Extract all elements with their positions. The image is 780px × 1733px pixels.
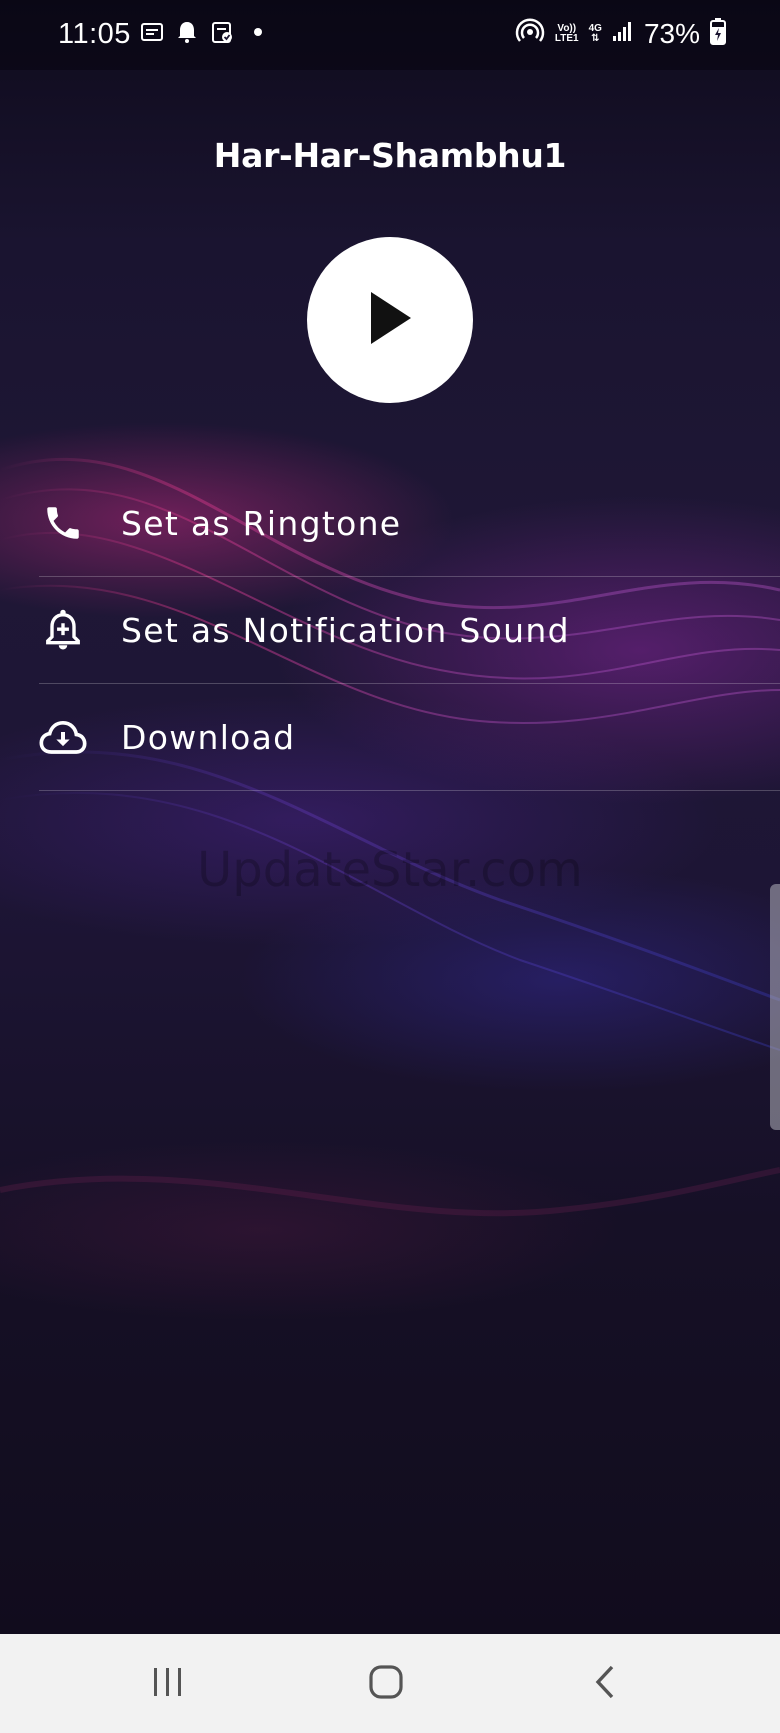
watermark: UpdateStar.com	[197, 842, 583, 898]
signal-icon	[612, 20, 634, 47]
battery-percent: 73%	[643, 17, 700, 49]
lte-label: LTE1	[554, 32, 579, 44]
clipboard-check-icon	[210, 20, 234, 49]
volte-label: Vo))	[557, 22, 577, 34]
volte-badge: Vo)) LTE1	[554, 22, 579, 44]
play-icon	[365, 288, 415, 353]
back-icon	[593, 1664, 617, 1705]
options-menu: Set as Ringtone Set as Notification Soun…	[0, 470, 780, 791]
app-screen: 11:05 Vo)) LTE1 4G ⇅ 73% Har-Har-Shambhu…	[0, 0, 780, 1733]
bell-icon	[176, 20, 198, 49]
set-ringtone-label: Set as Ringtone	[121, 504, 402, 543]
download-option[interactable]: Download	[0, 684, 780, 791]
song-title: Har-Har-Shambhu1	[213, 136, 567, 175]
set-notification-sound-option[interactable]: Set as Notification Sound	[0, 577, 780, 684]
data-arrows-icon: ⇅	[591, 32, 600, 44]
battery-charging-icon	[710, 17, 726, 50]
phone-icon	[38, 500, 88, 546]
data-type-badge: 4G ⇅	[588, 22, 602, 44]
hotspot-icon	[515, 16, 545, 51]
set-ringtone-option[interactable]: Set as Ringtone	[0, 470, 780, 577]
set-notification-sound-label: Set as Notification Sound	[121, 611, 570, 650]
status-left-icons	[140, 20, 270, 49]
status-bar: 11:05 Vo)) LTE1 4G ⇅ 73%	[0, 0, 780, 70]
status-right: Vo)) LTE1 4G ⇅ 73%	[515, 16, 726, 51]
system-nav-bar	[0, 1634, 780, 1733]
dot-icon	[246, 20, 270, 49]
notification-add-icon	[38, 607, 88, 653]
download-label: Download	[121, 718, 296, 757]
home-icon	[368, 1664, 404, 1705]
status-time: 11:05	[58, 18, 131, 50]
recents-button[interactable]	[138, 1662, 198, 1706]
recents-icon	[151, 1666, 185, 1703]
divider	[39, 790, 780, 791]
scrollbar-handle[interactable]	[770, 884, 780, 1130]
back-button[interactable]	[575, 1662, 635, 1706]
cloud-download-icon	[38, 714, 88, 760]
home-button[interactable]	[356, 1662, 416, 1706]
data-type-label: 4G	[588, 22, 602, 34]
play-button[interactable]	[307, 237, 473, 403]
sim-notification-icon	[140, 20, 164, 49]
